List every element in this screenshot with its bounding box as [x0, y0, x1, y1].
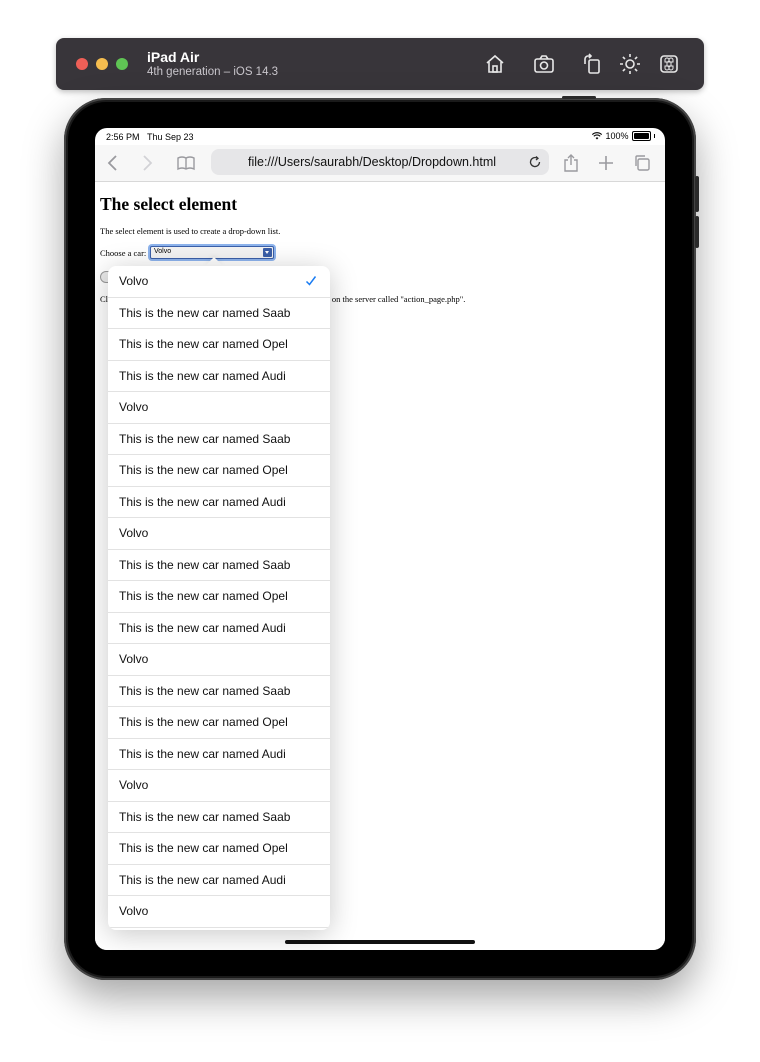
dropdown-option-label: Volvo [119, 652, 149, 666]
dropdown-option[interactable]: Volvo [108, 266, 330, 298]
home-icon[interactable] [483, 52, 507, 76]
share-icon[interactable] [561, 153, 581, 173]
side-button-bottom [695, 216, 699, 248]
dropdown-option-label: This is the new car named Opel [119, 463, 288, 477]
dropdown-option[interactable]: This is the new car named Opel [108, 455, 330, 487]
dropdown-option[interactable]: This is the new car named Audi [108, 613, 330, 644]
body-text-left: Cl [100, 294, 109, 304]
status-time: 2:56 PM [106, 132, 140, 142]
page-heading: The select element [100, 194, 238, 214]
car-select-value: Volvo [154, 248, 172, 255]
rotate-icon[interactable] [580, 52, 604, 76]
status-right: 100% [592, 131, 655, 141]
dropdown-option-label: This is the new car named Audi [119, 746, 286, 761]
home-indicator[interactable] [285, 940, 475, 944]
dropdown-option[interactable]: This is the new car named Saab [108, 802, 330, 833]
dropdown-option[interactable]: Volvo [108, 518, 330, 550]
dropdown-option[interactable]: Volvo [108, 896, 330, 928]
side-button-top [695, 176, 699, 212]
dropdown-option-label: This is the new car named Saab [119, 683, 291, 698]
select-arrow-icon [263, 248, 272, 257]
dropdown-option-label: This is the new car named Saab [119, 431, 291, 446]
dropdown-option[interactable]: This is the new car named Audi [108, 361, 330, 392]
back-icon[interactable] [103, 153, 123, 173]
simulator-titlebar: iPad Air 4th generation – iOS 14.3 [56, 38, 704, 90]
dropdown-option[interactable]: Volvo [108, 392, 330, 424]
dropdown-option-label: Volvo [119, 400, 149, 414]
dropdown-option-label: This is the new car named Audi [119, 872, 286, 887]
appearance-icon[interactable] [618, 52, 642, 76]
dropdown-popover: Volvo This is the new car named Saab This … [108, 266, 330, 930]
dropdown-option[interactable]: This is the new car named Opel [108, 581, 330, 613]
forward-icon[interactable] [137, 153, 157, 173]
minimize-window-button[interactable] [96, 58, 108, 70]
dropdown-option[interactable]: This is the new car named Saab [108, 676, 330, 707]
dropdown-option-label: This is the new car named Audi [119, 620, 286, 635]
reload-icon[interactable] [527, 154, 543, 170]
dropdown-option-label: Volvo [119, 274, 149, 288]
status-date: Thu Sep 23 [147, 132, 194, 142]
dropdown-option-label: This is the new car named Saab [119, 305, 291, 320]
url-text: file:///Users/saurabh/Desktop/Dropdown.h… [247, 155, 497, 169]
choose-car-label: Choose a car: [100, 248, 147, 258]
device-subtitle: 4th generation – iOS 14.3 [147, 66, 279, 78]
top-power-button [562, 96, 596, 99]
body-text-right: e on the server called "action_page.php"… [326, 294, 466, 304]
dropdown-option[interactable]: This is the new car named Saab [108, 928, 330, 931]
command-icon[interactable] [657, 52, 681, 76]
dropdown-option-label: This is the new car named Audi [119, 494, 286, 509]
dropdown-option-label: This is the new car named Opel [119, 841, 288, 855]
battery-tip [653, 134, 655, 138]
dropdown-option-label: This is the new car named Opel [119, 715, 288, 729]
dropdown-option[interactable]: This is the new car named Opel [108, 833, 330, 865]
dropdown-option[interactable]: This is the new car named Saab [108, 298, 330, 329]
wifi-icon [592, 132, 603, 140]
dropdown-option-label: This is the new car named Saab [119, 809, 291, 824]
battery-percent: 100% [605, 131, 629, 141]
dropdown-option-label: This is the new car named Saab [119, 928, 290, 931]
battery-icon [631, 131, 651, 141]
ipad-screen: 2:56 PM Thu Sep 23 100% file:///Users/sa… [95, 128, 665, 950]
status-bar: 2:56 PM Thu Sep 23 100% [95, 128, 665, 145]
dropdown-option-label: Volvo [119, 778, 149, 792]
intro-text: The select element is used to create a d… [100, 226, 281, 236]
screenshot-icon[interactable] [532, 52, 556, 76]
dropdown-option[interactable]: This is the new car named Saab [108, 550, 330, 581]
dropdown-option[interactable]: Volvo [108, 644, 330, 676]
checkmark-icon [305, 276, 317, 286]
tabs-icon[interactable] [632, 153, 652, 173]
dropdown-option[interactable]: This is the new car named Opel [108, 707, 330, 739]
dropdown-option[interactable]: This is the new car named Audi [108, 865, 330, 896]
popover-arrow [205, 257, 223, 266]
dropdown-option-label: This is the new car named Opel [119, 337, 288, 351]
dropdown-option-label: This is the new car named Audi [119, 368, 286, 383]
dropdown-option[interactable]: This is the new car named Saab [108, 424, 330, 455]
bookmarks-icon[interactable] [176, 153, 196, 173]
dropdown-option[interactable]: Volvo [108, 770, 330, 802]
dropdown-option-label: This is the new car named Opel [119, 589, 288, 603]
safari-toolbar: file:///Users/saurabh/Desktop/Dropdown.h… [95, 145, 665, 182]
dropdown-option-label: This is the new car named Saab [119, 557, 291, 572]
address-bar[interactable]: file:///Users/saurabh/Desktop/Dropdown.h… [211, 149, 549, 175]
device-name: iPad Air [147, 49, 200, 65]
close-window-button[interactable] [76, 58, 88, 70]
dropdown-option[interactable]: This is the new car named Audi [108, 487, 330, 518]
zoom-window-button[interactable] [116, 58, 128, 70]
dropdown-option-label: Volvo [119, 904, 149, 918]
new-tab-icon[interactable] [596, 153, 616, 173]
dropdown-option-label: Volvo [119, 526, 149, 540]
dropdown-option[interactable]: This is the new car named Audi [108, 739, 330, 770]
dropdown-option[interactable]: This is the new car named Opel [108, 329, 330, 361]
